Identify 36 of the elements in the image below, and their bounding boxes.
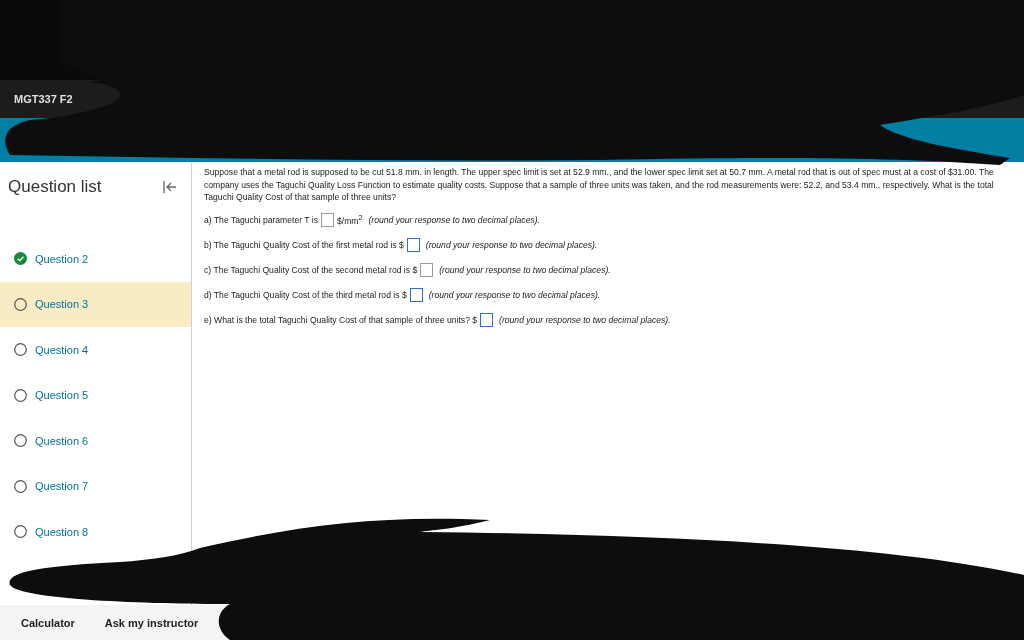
answer-field[interactable] xyxy=(480,313,494,327)
part-prompt: a) The Taguchi parameter T is xyxy=(204,215,318,225)
part-prompt: c) The Taguchi Quality Cost of the second metal rod is $ xyxy=(204,265,418,275)
answer-field[interactable] xyxy=(409,288,423,302)
answer-field[interactable] xyxy=(406,238,420,252)
answer-field[interactable] xyxy=(420,263,434,277)
footer-link[interactable]: Calculator xyxy=(21,616,75,629)
rounding-hint: (round your response to two decimal places). xyxy=(368,215,540,225)
course-title: MGT337 F2 xyxy=(14,93,73,105)
question-list-item[interactable]: Question 3 xyxy=(0,281,191,327)
circle-icon xyxy=(14,479,27,493)
rounding-hint: (round your response to two decimal places). xyxy=(428,290,601,300)
circle-icon xyxy=(14,388,27,402)
circle-icon xyxy=(14,343,27,357)
rounding-hint: (round your response to two decimal places). xyxy=(425,240,598,250)
question-text: Suppose that a metal rod is supposed to be cut 51.8 mm. in length. The upper spec limit is set at 52.9 mm., and the lower spec limit set at 50.7 mm. A metal rod that is out of spec must at a cost of $31.00. The company uses the Taguchi Quality Loss Function to estimate quality costs. Suppose that a sample of three units was taken, and the rod measurements were: 52.2, and 53.4 mm., respectively. What is the total Taguchi Quality Cost of that sample of three units? xyxy=(204,166,995,204)
part-prompt: b) The Taguchi Quality Cost of the first metal rod is $ xyxy=(204,240,404,250)
unit-label: $/mm$^{2}$ xyxy=(337,214,363,226)
collapse-icon[interactable] xyxy=(163,180,177,194)
question-list-item[interactable]: Question 8 xyxy=(0,509,191,555)
check-circle-icon xyxy=(14,252,27,266)
question-list-item[interactable]: Question 5 xyxy=(0,372,191,418)
question-list-item[interactable]: Question 2 xyxy=(0,236,191,282)
answer-field[interactable] xyxy=(321,213,334,227)
rounding-hint: (round your response to two decimal places). xyxy=(499,315,671,325)
circle-icon xyxy=(14,297,27,311)
part-prompt: d) The Taguchi Quality Cost of the third metal rod is $ xyxy=(204,290,407,300)
footer-link[interactable]: Ask my instructor xyxy=(104,616,199,629)
question-list-item[interactable]: Question 6 xyxy=(0,418,191,464)
part-prompt: e) What is the total Taguchi Quality Cost of that sample of three units? $ xyxy=(204,315,478,325)
circle-icon xyxy=(14,525,27,539)
question-list-item[interactable]: Question 4 xyxy=(0,327,191,373)
question-list-item[interactable]: Question 7 xyxy=(0,463,191,509)
circle-icon xyxy=(14,434,27,448)
question-list-title: Question list xyxy=(8,177,102,197)
rounding-hint: (round your response to two decimal places). xyxy=(439,265,611,275)
